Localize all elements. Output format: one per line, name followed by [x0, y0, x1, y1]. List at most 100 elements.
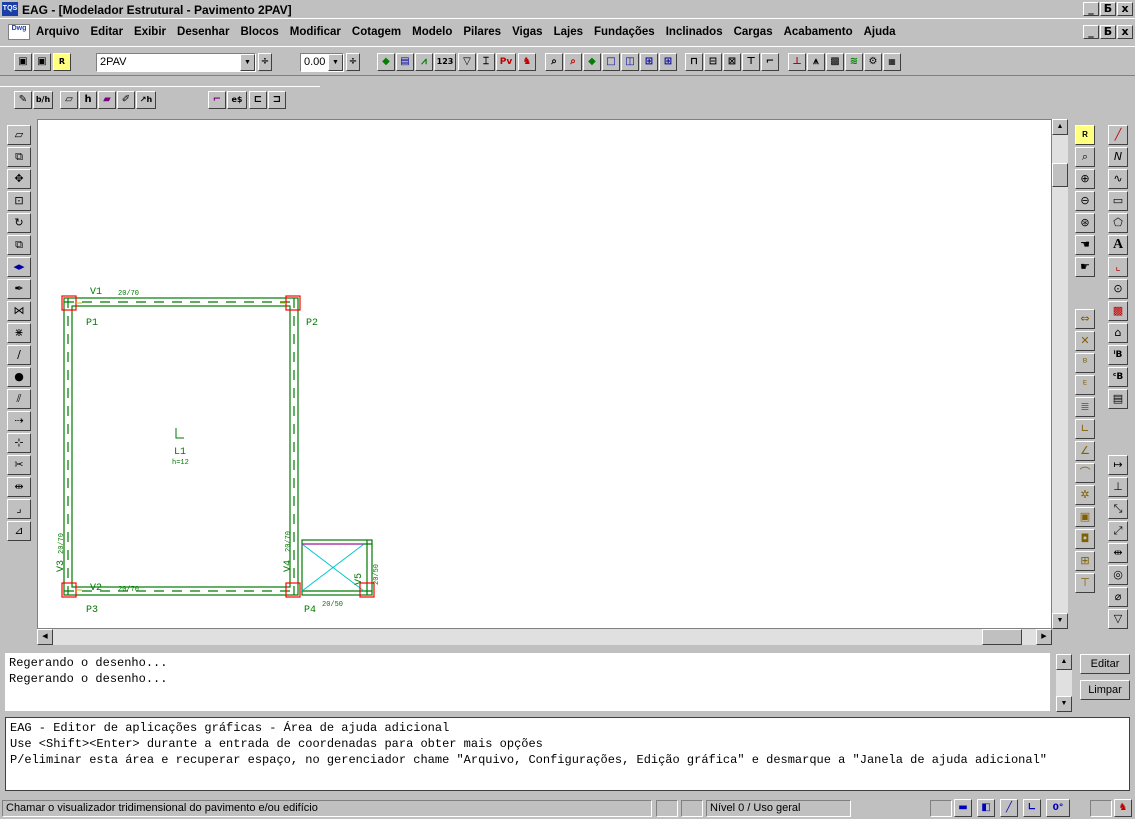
measure-distance-icon[interactable]: ⇔	[1075, 309, 1095, 329]
minimize-button[interactable]: _	[1083, 2, 1099, 16]
menu-inclinados[interactable]: Inclinados	[666, 26, 723, 38]
report-icon[interactable]: ▦	[883, 53, 901, 71]
dimension-angular-icon[interactable]: ⤢	[1108, 521, 1128, 541]
hatch-icon[interactable]: ⫽	[7, 389, 31, 409]
horizontal-scrollbar[interactable]: ◀ ▶	[37, 629, 1052, 645]
stairs-draw-icon[interactable]: ⌐	[208, 91, 226, 109]
level-spin-icon[interactable]: ÷	[346, 53, 360, 71]
menu-modificar[interactable]: Modificar	[290, 26, 341, 38]
dimension-linear-icon[interactable]: ↦	[1108, 455, 1128, 475]
table-tool-icon[interactable]: ⊤	[742, 53, 760, 71]
block-list-icon[interactable]: ▤	[1108, 389, 1128, 409]
process-icon[interactable]: ⚙	[864, 53, 882, 71]
window-split-v-icon[interactable]: ◫	[621, 53, 639, 71]
edit-pencil-icon[interactable]: ✐	[117, 91, 135, 109]
pencil-icon[interactable]: ✎	[14, 91, 32, 109]
document-icon[interactable]: Dwg	[8, 24, 30, 40]
menu-fundacoes[interactable]: Fundações	[594, 26, 655, 38]
snap-list-icon[interactable]: ≣	[1075, 397, 1095, 417]
dimension-more-icon[interactable]: ▽	[1108, 609, 1128, 629]
bh-button[interactable]: b/h	[33, 91, 53, 109]
edit-button[interactable]: Editar	[1080, 654, 1130, 674]
window-single-icon[interactable]: □	[602, 53, 620, 71]
diag-h-button[interactable]: ↗h	[136, 91, 156, 109]
menu-lajes[interactable]: Lajes	[554, 26, 583, 38]
scale-icon[interactable]: ⧉	[7, 235, 31, 255]
3d-view-icon[interactable]: ◆	[377, 53, 395, 71]
snap-node-icon[interactable]: ◘	[1075, 529, 1095, 549]
floor-spin-icon[interactable]: ÷	[258, 53, 272, 71]
layers-icon[interactable]: ▤	[396, 53, 414, 71]
trim-icon[interactable]: ⋇	[7, 323, 31, 343]
eraser-icon[interactable]: ▱	[7, 125, 31, 145]
menu-editar[interactable]: Editar	[90, 26, 123, 38]
fillet-icon[interactable]: ⋈	[7, 301, 31, 321]
rectangle-icon[interactable]: ▭	[1108, 191, 1128, 211]
circle-icon[interactable]: ⊙	[1108, 279, 1128, 299]
beam-tool-icon[interactable]: ⊓	[685, 53, 703, 71]
alert-icon[interactable]: ♞	[518, 53, 536, 71]
menu-pilares[interactable]: Pilares	[463, 26, 501, 38]
dimension-radius-icon[interactable]: ◎	[1108, 565, 1128, 585]
scroll-left-icon[interactable]: ◀	[37, 629, 53, 645]
zoom-in-icon[interactable]: ⊕	[1075, 169, 1095, 189]
save-icon[interactable]: ▣	[14, 53, 32, 71]
block-i-icon[interactable]: ⁱB	[1108, 345, 1128, 365]
snap-insert-icon[interactable]: ⊞	[1075, 551, 1095, 571]
scroll-right-icon[interactable]: ▶	[1036, 629, 1052, 645]
doc-minimize-button[interactable]: _	[1083, 25, 1099, 39]
block-c-icon[interactable]: ᶜB	[1108, 367, 1128, 387]
doc-restore-button[interactable]: Б	[1100, 25, 1116, 39]
menu-modelo[interactable]: Modelo	[412, 26, 452, 38]
dimension-vertical-icon[interactable]: ⊥	[1108, 477, 1128, 497]
menu-arquivo[interactable]: Arquivo	[36, 26, 79, 38]
spline-icon[interactable]: ∿	[1108, 169, 1128, 189]
move-icon[interactable]: ✥	[7, 169, 31, 189]
dimension-aligned-icon[interactable]: ⤡	[1108, 499, 1128, 519]
snap-angle-icon[interactable]: ∠	[1075, 441, 1095, 461]
e-dollar-button[interactable]: e$	[227, 91, 247, 109]
scroll-down-icon[interactable]: ▼	[1052, 613, 1068, 629]
break-icon[interactable]: ⊐	[268, 91, 286, 109]
zoom-out-icon[interactable]: ⊖	[1075, 191, 1095, 211]
measure-point-icon[interactable]: ✕	[1075, 331, 1095, 351]
dimension-diameter-icon[interactable]: ⌀	[1108, 587, 1128, 607]
text-icon[interactable]: A	[1108, 235, 1128, 255]
dimension-chain-icon[interactable]: ⇹	[1108, 543, 1128, 563]
menu-blocos[interactable]: Blocos	[240, 26, 278, 38]
polar-icon[interactable]: ╱	[1000, 799, 1018, 817]
ortho-icon[interactable]: ▬	[954, 799, 972, 817]
cut-icon[interactable]: ✂	[7, 455, 31, 475]
zoom-icon[interactable]: ⌕	[545, 53, 563, 71]
divide-icon[interactable]: ⇹	[7, 477, 31, 497]
r-button[interactable]: R	[53, 53, 71, 71]
mirror-icon[interactable]: ◂▸	[7, 257, 31, 277]
scroll-down-icon[interactable]: ▼	[1056, 696, 1072, 712]
menu-cotagem[interactable]: Cotagem	[352, 26, 401, 38]
scroll-up-icon[interactable]: ▲	[1056, 654, 1072, 670]
vertical-scrollbar[interactable]: ▲ ▼	[1052, 119, 1068, 629]
corner-icon[interactable]: ⌟	[7, 499, 31, 519]
close-button[interactable]: x	[1117, 2, 1133, 16]
h-button[interactable]: h	[79, 91, 97, 109]
column-section-icon[interactable]: ⌶	[477, 53, 495, 71]
polygon-icon[interactable]: ⬠	[1108, 213, 1128, 233]
r-view-button[interactable]: R	[1075, 125, 1095, 145]
pan-icon[interactable]: ☚	[1075, 235, 1095, 255]
break-line-icon[interactable]: ⇢	[7, 411, 31, 431]
hatch-area-icon[interactable]: ▩	[1108, 301, 1128, 321]
menu-desenhar[interactable]: Desenhar	[177, 26, 229, 38]
block-insert-icon[interactable]: ⌂	[1108, 323, 1128, 343]
drawing-canvas[interactable]: V1 20/70 V2 20/70 P1 P2 P3 P4 20/50 L1 h…	[37, 119, 1052, 629]
zoom-check-icon[interactable]: ⌕	[564, 53, 582, 71]
menu-ajuda[interactable]: Ajuda	[864, 26, 896, 38]
window-split-4-icon[interactable]: ⊞	[659, 53, 677, 71]
snap-e-icon[interactable]: ᴱ	[1075, 375, 1095, 395]
erase-icon[interactable]: ▱	[60, 91, 78, 109]
grid-tool-icon[interactable]: ⊠	[723, 53, 741, 71]
snap-arc-icon[interactable]: ⌒	[1075, 463, 1095, 483]
snap-icon[interactable]: ◧	[977, 799, 995, 817]
pen-icon[interactable]: ✒	[7, 279, 31, 299]
snap-line-icon[interactable]: ∟	[1075, 419, 1095, 439]
numbering-button[interactable]: 123	[434, 53, 456, 71]
